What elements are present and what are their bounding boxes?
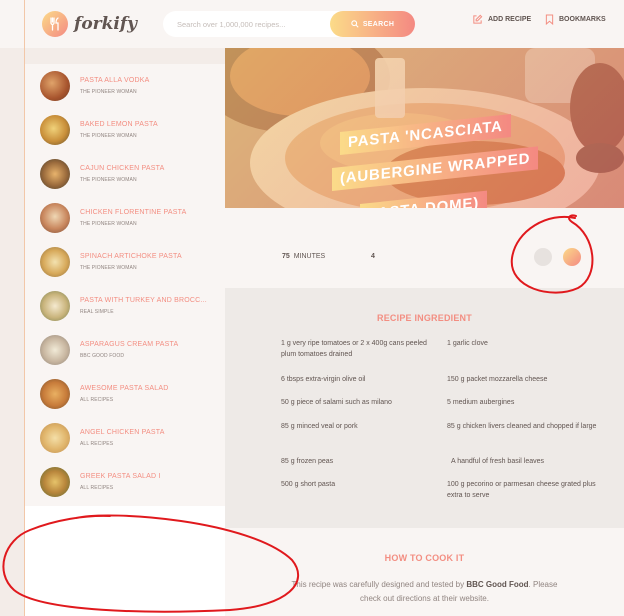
header: forkify SEARCH ADD RECIPE BOOKMARKS [0,0,624,48]
edit-icon [473,14,483,24]
search-results: PASTA ALLA VODKA THE PIONEER WOMAN BAKED … [25,64,225,506]
search-icon [351,20,359,28]
search-input[interactable] [177,11,327,37]
result-title: BAKED LEMON PASTA [80,121,158,128]
result-publisher: ALL RECIPES [80,441,114,447]
result-title: ANGEL CHICKEN PASTA [80,429,165,436]
logo[interactable]: forkify [42,11,137,37]
servings-value: 4 [371,253,375,260]
result-item[interactable]: BAKED LEMON PASTA THE PIONEER WOMAN [25,108,225,152]
result-title: GREEK PASTA SALAD I [80,473,161,480]
directions-text-part: . Please [528,580,558,589]
ingredient-item: 150 g packet mozzarella cheese [447,376,548,383]
cooking-time-unit: MINUTES [293,253,326,260]
result-item[interactable]: GREEK PASTA SALAD I ALL RECIPES [25,460,225,504]
result-thumbnail [40,423,70,453]
fork-knife-icon [42,11,68,37]
add-recipe-label: ADD RECIPE [488,16,532,23]
result-item[interactable]: ANGEL CHICKEN PASTA ALL RECIPES [25,416,225,460]
bookmarks-label: BOOKMARKS [559,16,606,23]
logo-text: forkify [74,14,138,34]
result-title: AWESOME PASTA SALAD [80,385,169,392]
cooking-time: 75 MINUTES [282,253,325,260]
result-title: SPINACH ARTICHOKE PASTA [80,253,182,260]
ingredient-item: 50 g piece of salami such as milano [281,399,392,406]
results-empty-area [25,506,225,616]
result-item[interactable]: SPINACH ARTICHOKE PASTA THE PIONEER WOMAN [25,240,225,284]
result-title: CHICKEN FLORENTINE PASTA [80,209,187,216]
result-publisher: THE PIONEER WOMAN [80,133,137,139]
ingredient-item: 85 g chicken livers cleaned and chopped … [447,423,597,430]
result-thumbnail [40,467,70,497]
result-thumbnail [40,335,70,365]
result-item[interactable]: AWESOME PASTA SALAD ALL RECIPES [25,372,225,416]
directions-title: HOW TO COOK IT [384,553,465,563]
result-title: CAJUN CHICKEN PASTA [80,165,165,172]
ingredient-item: 6 tbsps extra-virgin olive oil [281,376,366,383]
result-title: PASTA ALLA VODKA [80,77,150,84]
ingredient-item: 85 g minced veal or pork [281,423,358,430]
ingredient-item: 100 g pecorino or parmesan cheese grated… [447,481,596,499]
ingredient-item: 5 medium aubergines [447,399,515,406]
result-publisher: ALL RECIPES [80,397,114,403]
recipe-ingredients: RECIPE INGREDIENT 1 g very ripe tomatoes… [225,288,624,528]
search-form: SEARCH [163,11,415,37]
result-thumbnail [40,291,70,321]
add-recipe-button[interactable]: ADD RECIPE [472,14,531,25]
ingredient-item: 1 garlic clove [447,340,488,347]
result-publisher: THE PIONEER WOMAN [80,177,137,183]
result-thumbnail [40,159,70,189]
result-item[interactable]: PASTA WITH TURKEY AND BROCC... REAL SIMPL… [25,284,225,328]
directions-text-part: This recipe was carefully designed and t… [291,580,467,589]
ingredient-item: 1 g very ripe tomatoes or 2 x 400g cans … [281,340,427,358]
servings: 4 [371,253,375,260]
result-item[interactable]: CAJUN CHICKEN PASTA THE PIONEER WOMAN [25,152,225,196]
bookmark-icon [545,14,554,25]
ingredient-item: 500 g short pasta [281,481,336,488]
search-button[interactable]: SEARCH [330,11,415,37]
result-thumbnail [40,203,70,233]
ingredient-item: A handful of fresh basil leaves [451,458,545,465]
result-item[interactable]: PASTA ALLA VODKA THE PIONEER WOMAN [25,64,225,108]
ingredient-item: 85 g frozen peas [281,458,334,465]
bookmarks-button[interactable]: BOOKMARKS [545,14,606,25]
result-item[interactable]: CHICKEN FLORENTINE PASTA THE PIONEER WOMA… [25,196,225,240]
recipe-details: 75 MINUTES 4 [225,208,624,288]
result-title: PASTA WITH TURKEY AND BROCC... [80,297,207,304]
result-thumbnail [40,247,70,277]
result-title: ASPARAGUS CREAM PASTA [80,341,179,348]
ingredients-title: RECIPE INGREDIENT [377,313,472,323]
search-button-label: SEARCH [362,20,395,28]
result-publisher: BBC GOOD FOOD [80,353,125,359]
decrease-servings-button[interactable] [534,248,552,266]
directions-publisher: BBC Good Food [466,580,529,589]
result-thumbnail [40,115,70,145]
directions-text-part: check out directions at their website. [360,594,489,603]
result-thumbnail [40,379,70,409]
increase-servings-button[interactable] [563,248,581,266]
result-publisher: THE PIONEER WOMAN [80,89,137,95]
result-publisher: THE PIONEER WOMAN [80,265,137,271]
result-thumbnail [40,71,70,101]
cooking-time-value: 75 [282,253,290,260]
directions-text: This recipe was carefully designed and t… [225,578,624,606]
result-publisher: REAL SIMPLE [80,309,114,315]
result-item[interactable]: ASPARAGUS CREAM PASTA BBC GOOD FOOD [25,328,225,372]
result-publisher: ALL RECIPES [80,485,114,491]
result-publisher: THE PIONEER WOMAN [80,221,137,227]
recipe-directions: HOW TO COOK IT This recipe was carefully… [225,528,624,616]
